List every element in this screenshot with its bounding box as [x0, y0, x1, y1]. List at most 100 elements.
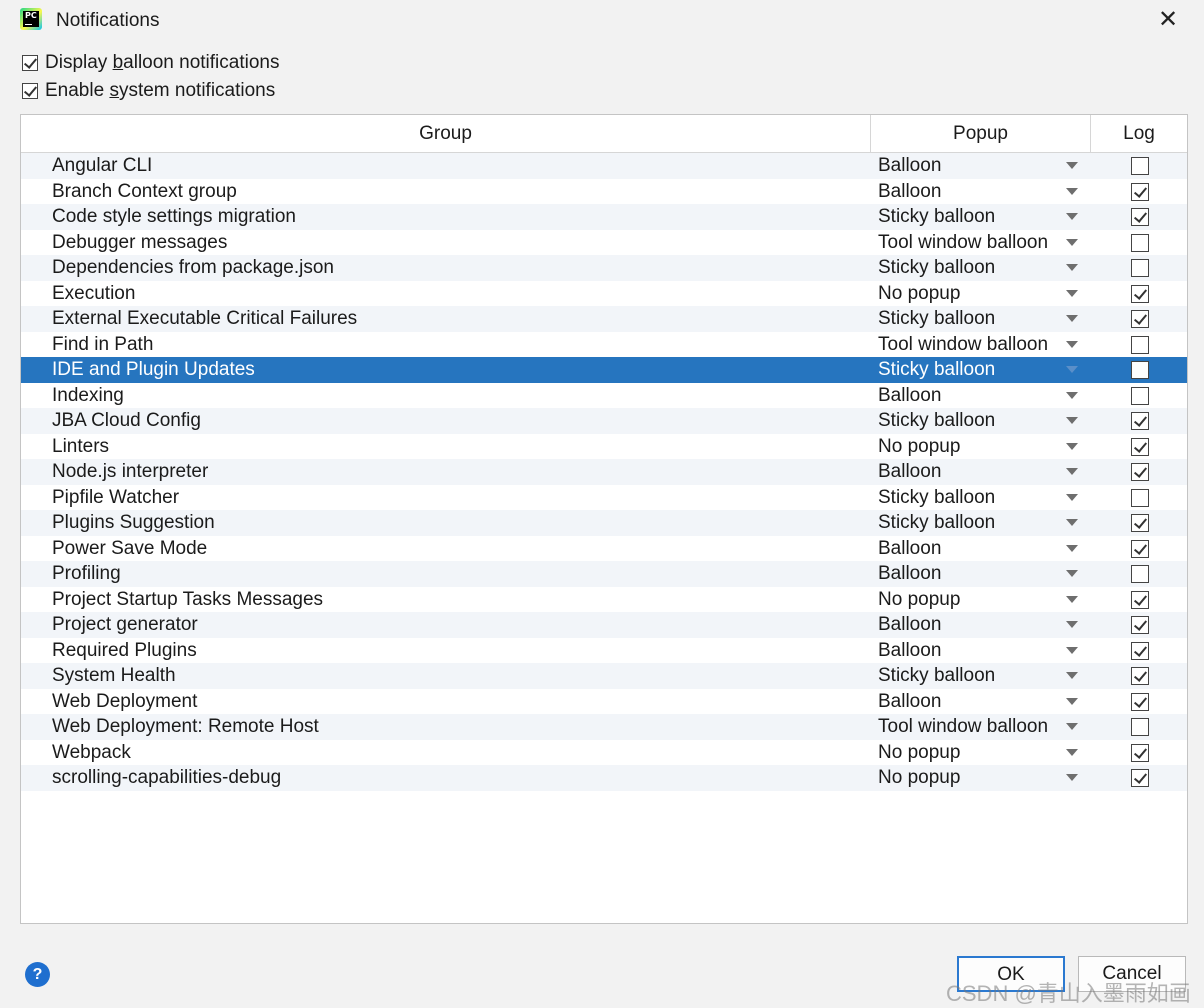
chevron-down-icon[interactable] [1066, 417, 1078, 424]
table-row[interactable]: Dependencies from package.json Sticky bal… [21, 255, 1187, 281]
table-row[interactable]: Code style settings migration Sticky ball… [21, 204, 1187, 230]
table-row[interactable]: System Health Sticky balloon [21, 663, 1187, 689]
table-row[interactable]: Required Plugins Balloon [21, 638, 1187, 664]
log-checkbox[interactable] [1131, 514, 1149, 532]
log-checkbox[interactable] [1131, 667, 1149, 685]
log-checkbox[interactable] [1131, 565, 1149, 583]
table-row[interactable]: Execution No popup [21, 281, 1187, 307]
log-checkbox[interactable] [1131, 769, 1149, 787]
table-row[interactable]: Debugger messages Tool window balloon [21, 230, 1187, 256]
popup-dropdown[interactable]: No popup [878, 765, 960, 791]
chevron-down-icon[interactable] [1066, 366, 1078, 373]
chevron-down-icon[interactable] [1066, 391, 1078, 399]
log-checkbox[interactable] [1131, 590, 1149, 609]
table-row[interactable]: Find in Path Tool window balloon [21, 332, 1187, 358]
log-checkbox[interactable] [1131, 488, 1149, 507]
popup-dropdown[interactable]: Balloon [878, 638, 941, 664]
log-checkbox[interactable] [1131, 641, 1149, 660]
popup-dropdown[interactable]: Balloon [878, 153, 941, 179]
log-checkbox[interactable] [1131, 208, 1149, 226]
table-row[interactable]: JBA Cloud Config Sticky balloon [21, 408, 1187, 434]
popup-dropdown[interactable]: Tool window balloon [878, 230, 1048, 256]
chevron-down-icon[interactable] [1066, 672, 1078, 679]
popup-dropdown[interactable]: Balloon [878, 179, 941, 205]
popup-dropdown[interactable]: Sticky balloon [878, 204, 995, 230]
popup-dropdown[interactable]: Balloon [878, 383, 941, 409]
popup-dropdown[interactable]: Tool window balloon [878, 714, 1048, 740]
log-checkbox[interactable] [1131, 539, 1149, 558]
log-checkbox[interactable] [1131, 692, 1149, 711]
popup-dropdown[interactable]: Balloon [878, 536, 941, 562]
chevron-down-icon[interactable] [1066, 468, 1078, 475]
enable-system-option[interactable]: Enable system notifications [22, 78, 275, 104]
table-row[interactable]: Branch Context group Balloon [21, 179, 1187, 205]
chevron-down-icon[interactable] [1066, 187, 1078, 195]
table-row[interactable]: Plugins Suggestion Sticky balloon [21, 510, 1187, 536]
log-checkbox[interactable] [1131, 616, 1149, 634]
popup-dropdown[interactable]: Tool window balloon [878, 332, 1048, 358]
display-balloon-option[interactable]: Display balloon notifications [22, 50, 279, 76]
chevron-down-icon[interactable] [1066, 264, 1078, 271]
popup-dropdown[interactable]: Sticky balloon [878, 357, 995, 383]
log-checkbox[interactable] [1131, 386, 1149, 405]
enable-system-checkbox[interactable] [22, 83, 38, 99]
chevron-down-icon[interactable] [1066, 340, 1078, 348]
table-row[interactable]: Power Save Mode Balloon [21, 536, 1187, 562]
log-checkbox[interactable] [1131, 361, 1149, 379]
chevron-down-icon[interactable] [1066, 748, 1078, 756]
table-row[interactable]: Pipfile Watcher Sticky balloon [21, 485, 1187, 511]
table-row[interactable]: Node.js interpreter Balloon [21, 459, 1187, 485]
chevron-down-icon[interactable] [1066, 595, 1078, 603]
popup-dropdown[interactable]: Sticky balloon [878, 255, 995, 281]
table-row[interactable]: scrolling-capabilities-debug No popup [21, 765, 1187, 791]
log-checkbox[interactable] [1131, 718, 1149, 736]
log-checkbox[interactable] [1131, 335, 1149, 354]
popup-dropdown[interactable]: Balloon [878, 612, 941, 638]
log-checkbox[interactable] [1131, 182, 1149, 201]
popup-dropdown[interactable]: Balloon [878, 561, 941, 587]
table-row[interactable]: Project generator Balloon [21, 612, 1187, 638]
chevron-down-icon[interactable] [1066, 774, 1078, 781]
chevron-down-icon[interactable] [1066, 723, 1078, 730]
chevron-down-icon[interactable] [1066, 697, 1078, 705]
log-checkbox[interactable] [1131, 284, 1149, 303]
chevron-down-icon[interactable] [1066, 238, 1078, 246]
log-checkbox[interactable] [1131, 463, 1149, 481]
log-checkbox[interactable] [1131, 412, 1149, 430]
popup-dropdown[interactable]: No popup [878, 281, 960, 307]
chevron-down-icon[interactable] [1066, 213, 1078, 220]
popup-dropdown[interactable]: Balloon [878, 459, 941, 485]
table-row[interactable]: Web Deployment: Remote Host Tool window b… [21, 714, 1187, 740]
log-checkbox[interactable] [1131, 157, 1149, 175]
log-checkbox[interactable] [1131, 743, 1149, 762]
close-icon[interactable]: ✕ [1154, 6, 1182, 34]
chevron-down-icon[interactable] [1066, 315, 1078, 322]
table-row[interactable]: Profiling Balloon [21, 561, 1187, 587]
popup-dropdown[interactable]: Sticky balloon [878, 663, 995, 689]
log-checkbox[interactable] [1131, 310, 1149, 328]
chevron-down-icon[interactable] [1066, 519, 1078, 526]
chevron-down-icon[interactable] [1066, 289, 1078, 297]
chevron-down-icon[interactable] [1066, 162, 1078, 169]
popup-dropdown[interactable]: Sticky balloon [878, 485, 995, 511]
table-row[interactable]: Webpack No popup [21, 740, 1187, 766]
table-row[interactable]: Linters No popup [21, 434, 1187, 460]
popup-dropdown[interactable]: Sticky balloon [878, 408, 995, 434]
display-balloon-checkbox[interactable] [22, 55, 38, 71]
chevron-down-icon[interactable] [1066, 544, 1078, 552]
chevron-down-icon[interactable] [1066, 570, 1078, 577]
column-header-log[interactable]: Log [1091, 115, 1187, 152]
table-row[interactable]: Indexing Balloon [21, 383, 1187, 409]
table-row[interactable]: IDE and Plugin Updates Sticky balloon [21, 357, 1187, 383]
chevron-down-icon[interactable] [1066, 442, 1078, 450]
help-icon[interactable]: ? [25, 962, 50, 987]
column-header-popup[interactable]: Popup [871, 115, 1091, 152]
column-header-group[interactable]: Group [21, 115, 871, 152]
popup-dropdown[interactable]: Sticky balloon [878, 306, 995, 332]
table-row[interactable]: Angular CLI Balloon [21, 153, 1187, 179]
chevron-down-icon[interactable] [1066, 646, 1078, 654]
chevron-down-icon[interactable] [1066, 621, 1078, 628]
popup-dropdown[interactable]: Balloon [878, 689, 941, 715]
popup-dropdown[interactable]: No popup [878, 434, 960, 460]
chevron-down-icon[interactable] [1066, 493, 1078, 501]
